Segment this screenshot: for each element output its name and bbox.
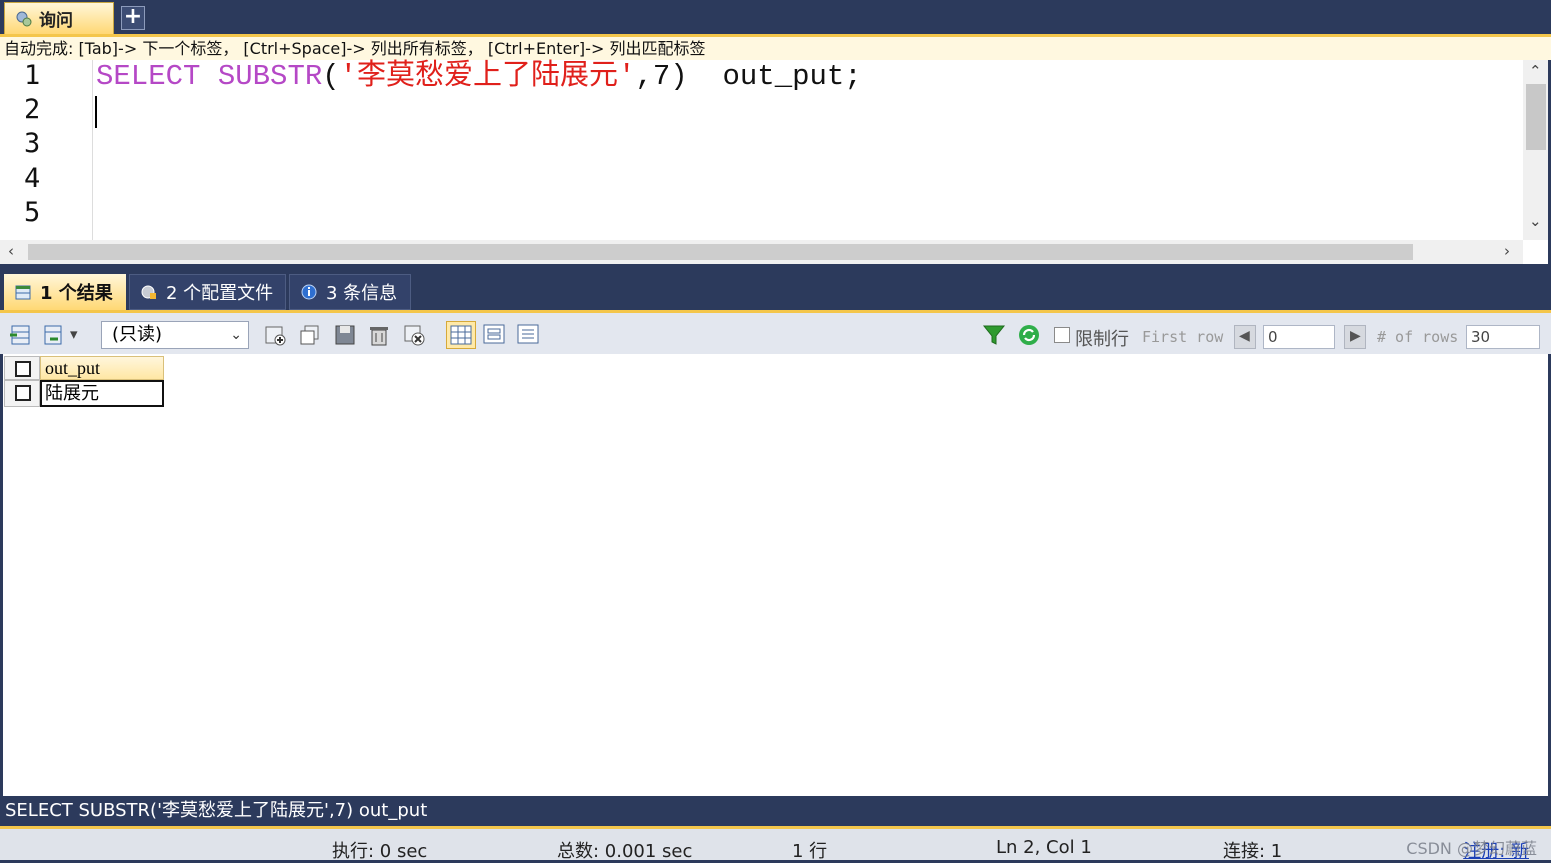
string-literal: '李莫愁爱上了陆展元' [339, 60, 636, 93]
results-toolbar: ▾ (只读) ⌄ 限制行 First row ◀ 0 ▶ # of rows 3… [0, 310, 1551, 354]
chevron-down-icon[interactable]: ▾ [70, 325, 78, 343]
scroll-left-icon[interactable]: ‹ [8, 242, 14, 260]
text-view-button[interactable] [514, 321, 544, 349]
vertical-scroll-thumb[interactable] [1526, 84, 1546, 150]
autocomplete-hint: 自动完成: [Tab]-> 下一个标签， [Ctrl+Space]-> 列出所有… [0, 34, 1551, 60]
readonly-select[interactable]: (只读) ⌄ [101, 321, 249, 349]
tab-profiles-label: 2 个配置文件 [166, 283, 274, 304]
sql-editor[interactable]: 1 2 3 4 5 SELECT SUBSTR('李莫愁爱上了陆展元',7) o… [0, 60, 1548, 264]
keyword-substr: SUBSTR [217, 60, 323, 93]
cancel-changes-icon[interactable] [402, 323, 426, 347]
column-header[interactable]: out_put [40, 356, 164, 380]
result-grid-icon [15, 285, 31, 300]
chevron-down-icon: ⌄ [230, 327, 242, 343]
import-icon[interactable] [42, 323, 66, 347]
triangle-left-icon: ◀ [1239, 328, 1250, 344]
line-number: 4 [24, 163, 41, 194]
filter-icon[interactable] [982, 323, 1006, 347]
code-line-1[interactable]: SELECT SUBSTR('李莫愁爱上了陆展元',7) out_put; [96, 60, 862, 94]
export-icon[interactable] [8, 323, 32, 347]
scroll-down-icon[interactable]: ⌄ [1529, 212, 1542, 230]
limit-rows-label: 限制行 [1075, 329, 1129, 350]
first-row-input[interactable]: 0 [1263, 325, 1335, 349]
checkbox-box [15, 361, 31, 377]
tab-messages[interactable]: 3 条信息 [289, 274, 411, 310]
query-tab-label: 询问 [39, 11, 73, 31]
line-number-gutter: 1 2 3 4 5 [0, 60, 93, 240]
limit-rows-checkbox[interactable] [1054, 327, 1070, 343]
status-bar: 执行: 0 sec 总数: 0.001 sec 1 行 Ln 2, Col 1 … [0, 826, 1551, 862]
next-page-button[interactable]: ▶ [1344, 325, 1366, 349]
row-count-label: # of rows [1377, 328, 1459, 346]
query-icon [16, 11, 32, 26]
watermark: CSDN @梦幻蔚蓝 [1406, 839, 1537, 858]
total-time: 总数: 0.001 sec [557, 841, 693, 862]
checkbox-box [15, 385, 31, 401]
line-number: 2 [24, 94, 41, 125]
duplicate-row-icon[interactable] [298, 323, 322, 347]
refresh-icon[interactable] [1017, 323, 1041, 347]
insert-row-icon[interactable] [263, 323, 287, 347]
exec-time: 执行: 0 sec [332, 841, 428, 862]
tab-results-label: 1 个结果 [40, 283, 113, 304]
form-view-button[interactable] [480, 321, 510, 349]
paren-open: ( [322, 60, 340, 93]
grid-view-button[interactable] [446, 321, 476, 349]
line-number: 1 [24, 60, 41, 91]
keyword-select: SELECT [96, 60, 201, 93]
tab-messages-label: 3 条信息 [326, 283, 398, 304]
tab-profiles[interactable]: 2 个配置文件 [129, 274, 286, 310]
profile-icon [141, 285, 156, 299]
cursor-position: Ln 2, Col 1 [996, 837, 1092, 858]
query-tab-bar [0, 0, 1551, 34]
tab-results[interactable]: 1 个结果 [4, 274, 126, 310]
delete-icon[interactable] [367, 323, 391, 347]
add-tab-button[interactable]: + [121, 6, 145, 30]
table-cell[interactable]: 陆展元 [40, 380, 164, 407]
save-icon[interactable] [333, 323, 357, 347]
horizontal-scroll-thumb[interactable] [28, 244, 1413, 260]
info-icon [301, 284, 317, 300]
code-rest: ,7) out_put; [635, 60, 862, 93]
row-checkbox[interactable] [4, 380, 40, 407]
row-count: 1 行 [792, 841, 828, 862]
readonly-select-value: (只读) [112, 324, 163, 345]
prev-page-button[interactable]: ◀ [1234, 325, 1256, 349]
form-view-icon [483, 324, 505, 344]
scroll-right-icon[interactable]: › [1504, 242, 1510, 260]
line-number: 3 [24, 128, 41, 159]
result-tabs-bar: 1 个结果 2 个配置文件 3 条信息 [0, 270, 1551, 310]
scroll-up-icon[interactable]: ⌃ [1529, 62, 1542, 80]
text-caret [95, 96, 97, 128]
executed-sql-line: SELECT SUBSTR('李莫愁爱上了陆展元',7) out_put [0, 796, 1551, 826]
text-view-icon [517, 324, 539, 344]
result-grid [3, 354, 1548, 796]
line-number: 5 [24, 197, 41, 228]
query-tab[interactable]: 询问 [4, 2, 114, 34]
triangle-right-icon: ▶ [1350, 328, 1361, 344]
row-count-input[interactable]: 30 [1466, 325, 1540, 349]
connection-count: 连接: 1 [1223, 841, 1283, 862]
grid-view-icon [450, 325, 472, 345]
first-row-label: First row [1142, 328, 1224, 346]
select-all-checkbox[interactable] [4, 356, 40, 380]
